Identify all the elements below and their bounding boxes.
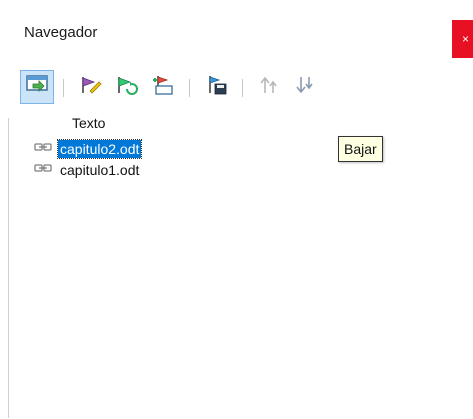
move-up-icon [257,74,281,101]
edit-button[interactable] [74,70,108,104]
insert-icon [151,74,175,101]
title-bar: Navegador × [0,0,473,62]
tree-root-label[interactable]: Texto [72,115,105,131]
insert-button[interactable] [146,70,180,104]
window-title: Navegador [24,24,98,41]
close-button[interactable]: × [452,20,473,58]
move-down-button[interactable] [288,70,322,104]
link-icon [34,140,52,158]
toolbar-separator [189,79,190,97]
toolbar-separator [63,79,64,97]
link-icon [34,161,52,179]
move-up-button[interactable] [252,70,286,104]
tree-item-capitulo2[interactable]: capitulo2.odt [34,139,143,159]
update-icon [115,74,139,101]
save-as-icon [205,74,229,101]
tree-item-label: capitulo2.odt [56,139,143,159]
toggle-view-button[interactable] [20,70,54,104]
save-as-button[interactable] [200,70,234,104]
tree-item-capitulo1[interactable]: capitulo1.odt [34,160,141,180]
edit-icon [79,74,103,101]
move-down-icon [293,74,317,101]
tree-item-label: capitulo1.odt [60,162,140,178]
toolbar [20,70,460,106]
tooltip: Bajar [338,136,383,162]
panel-left-edge [8,118,9,418]
update-button[interactable] [110,70,144,104]
close-icon: × [461,32,469,46]
toolbar-separator [242,79,243,97]
toggle-view-icon [25,74,49,101]
